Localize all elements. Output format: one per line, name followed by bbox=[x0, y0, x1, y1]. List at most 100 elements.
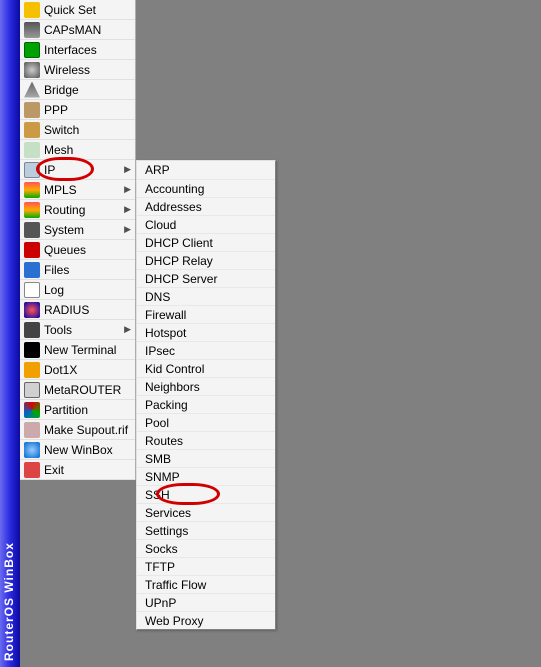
sidebar-item-ip[interactable]: IP▶ bbox=[20, 160, 135, 180]
radius-icon bbox=[24, 302, 40, 318]
terminal-icon bbox=[24, 342, 40, 358]
sidebar-item-label: MetaROUTER bbox=[44, 383, 133, 397]
sidebar-item-mpls[interactable]: MPLS▶ bbox=[20, 180, 135, 200]
sidebar-item-radius[interactable]: RADIUS bbox=[20, 300, 135, 320]
sidebar-item-routing[interactable]: Routing▶ bbox=[20, 200, 135, 220]
ip-submenu-traffic-flow[interactable]: Traffic Flow bbox=[137, 575, 275, 593]
app-title: RouterOS WinBox bbox=[0, 0, 20, 667]
mesh-icon bbox=[24, 142, 40, 158]
ip-submenu-cloud[interactable]: Cloud bbox=[137, 215, 275, 233]
ip-submenu-ipsec[interactable]: IPsec bbox=[137, 341, 275, 359]
sidebar-item-label: Mesh bbox=[44, 143, 133, 157]
ip-submenu-upnp[interactable]: UPnP bbox=[137, 593, 275, 611]
ip-submenu-firewall[interactable]: Firewall bbox=[137, 305, 275, 323]
sidebar-item-label: Partition bbox=[44, 403, 133, 417]
sidebar-item-label: Log bbox=[44, 283, 133, 297]
sidebar-item-partition[interactable]: Partition bbox=[20, 400, 135, 420]
ip-submenu-packing[interactable]: Packing bbox=[137, 395, 275, 413]
ip-submenu-dhcp-relay[interactable]: DHCP Relay bbox=[137, 251, 275, 269]
sidebar-item-mesh[interactable]: Mesh bbox=[20, 140, 135, 160]
routing-icon bbox=[24, 202, 40, 218]
sidebar-item-dot1x[interactable]: Dot1X bbox=[20, 360, 135, 380]
sidebar-item-label: Interfaces bbox=[44, 43, 133, 57]
sidebar-item-new-terminal[interactable]: New Terminal bbox=[20, 340, 135, 360]
sidebar-item-label: PPP bbox=[44, 103, 133, 117]
sidebar-item-switch[interactable]: Switch bbox=[20, 120, 135, 140]
sidebar-item-system[interactable]: System▶ bbox=[20, 220, 135, 240]
ip-submenu-services[interactable]: Services bbox=[137, 503, 275, 521]
partition-icon bbox=[24, 402, 40, 418]
sidebar-item-metarouter[interactable]: MetaROUTER bbox=[20, 380, 135, 400]
ip-submenu-smb[interactable]: SMB bbox=[137, 449, 275, 467]
submenu-arrow-icon: ▶ bbox=[124, 224, 133, 235]
ip-submenu-addresses[interactable]: Addresses bbox=[137, 197, 275, 215]
ip-submenu-tftp[interactable]: TFTP bbox=[137, 557, 275, 575]
sidebar-item-label: Switch bbox=[44, 123, 133, 137]
ip-submenu-kid-control[interactable]: Kid Control bbox=[137, 359, 275, 377]
sidebar-item-label: Exit bbox=[44, 463, 133, 477]
ip-submenu-socks[interactable]: Socks bbox=[137, 539, 275, 557]
ip-submenu-hotspot[interactable]: Hotspot bbox=[137, 323, 275, 341]
ppp-icon bbox=[24, 102, 40, 118]
sidebar-item-queues[interactable]: Queues bbox=[20, 240, 135, 260]
sidebar-item-make-supout-rif[interactable]: Make Supout.rif bbox=[20, 420, 135, 440]
queues-icon bbox=[24, 242, 40, 258]
capsman-icon bbox=[24, 22, 40, 38]
sidebar-item-label: RADIUS bbox=[44, 303, 133, 317]
sidebar-item-label: MPLS bbox=[44, 183, 124, 197]
sidebar-item-ppp[interactable]: PPP bbox=[20, 100, 135, 120]
ip-submenu-routes[interactable]: Routes bbox=[137, 431, 275, 449]
system-icon bbox=[24, 222, 40, 238]
submenu-arrow-icon: ▶ bbox=[124, 164, 133, 175]
sidebar-item-label: System bbox=[44, 223, 124, 237]
ip-submenu-pool[interactable]: Pool bbox=[137, 413, 275, 431]
app-frame: RouterOS WinBox Quick Set CAPsMAN Interfac… bbox=[0, 0, 541, 667]
sidebar-item-label: Queues bbox=[44, 243, 133, 257]
sidebar-item-label: New Terminal bbox=[44, 343, 133, 357]
switch-icon bbox=[24, 122, 40, 138]
main-area: Quick Set CAPsMAN Interfaces WirelessBridge… bbox=[20, 0, 541, 667]
ip-submenu-snmp[interactable]: SNMP bbox=[137, 467, 275, 485]
ip-submenu-web-proxy[interactable]: Web Proxy bbox=[137, 611, 275, 629]
sidebar-item-new-winbox[interactable]: New WinBox bbox=[20, 440, 135, 460]
submenu-arrow-icon: ▶ bbox=[124, 204, 133, 215]
sidebar-item-label: Dot1X bbox=[44, 363, 133, 377]
files-icon bbox=[24, 262, 40, 278]
ip-submenu-accounting[interactable]: Accounting bbox=[137, 179, 275, 197]
sidebar-item-label: Routing bbox=[44, 203, 124, 217]
sidebar-item-label: Tools bbox=[44, 323, 124, 337]
sidebar-item-tools[interactable]: Tools▶ bbox=[20, 320, 135, 340]
sidebar-item-label: New WinBox bbox=[44, 443, 133, 457]
sidebar: Quick Set CAPsMAN Interfaces WirelessBridge… bbox=[20, 0, 136, 480]
ip-icon bbox=[24, 162, 40, 178]
supout-icon bbox=[24, 422, 40, 438]
ip-submenu-dhcp-client[interactable]: DHCP Client bbox=[137, 233, 275, 251]
sidebar-item-exit[interactable]: Exit bbox=[20, 460, 135, 480]
ip-submenu: ARPAccountingAddressesCloudDHCP ClientDH… bbox=[136, 160, 276, 630]
sidebar-item-label: Quick Set bbox=[44, 3, 133, 17]
quickset-icon bbox=[24, 2, 40, 18]
sidebar-item-wireless[interactable]: Wireless bbox=[20, 60, 135, 80]
ip-submenu-arp[interactable]: ARP bbox=[137, 161, 275, 179]
sidebar-item-label: Make Supout.rif bbox=[44, 423, 133, 437]
sidebar-item-files[interactable]: Files bbox=[20, 260, 135, 280]
sidebar-item-bridge[interactable]: Bridge bbox=[20, 80, 135, 100]
ip-submenu-neighbors[interactable]: Neighbors bbox=[137, 377, 275, 395]
wireless-icon bbox=[24, 62, 40, 78]
sidebar-item-quick-set[interactable]: Quick Set bbox=[20, 0, 135, 20]
metarouter-icon bbox=[24, 382, 40, 398]
sidebar-item-log[interactable]: Log bbox=[20, 280, 135, 300]
submenu-arrow-icon: ▶ bbox=[124, 324, 133, 335]
interfaces-icon bbox=[24, 42, 40, 58]
ip-submenu-dns[interactable]: DNS bbox=[137, 287, 275, 305]
ip-submenu-settings[interactable]: Settings bbox=[137, 521, 275, 539]
ip-submenu-ssh[interactable]: SSH bbox=[137, 485, 275, 503]
sidebar-item-label: Files bbox=[44, 263, 133, 277]
ip-submenu-dhcp-server[interactable]: DHCP Server bbox=[137, 269, 275, 287]
tools-icon bbox=[24, 322, 40, 338]
sidebar-item-capsman[interactable]: CAPsMAN bbox=[20, 20, 135, 40]
submenu-arrow-icon: ▶ bbox=[124, 184, 133, 195]
sidebar-item-label: IP bbox=[44, 163, 124, 177]
sidebar-item-interfaces[interactable]: Interfaces bbox=[20, 40, 135, 60]
log-icon bbox=[24, 282, 40, 298]
